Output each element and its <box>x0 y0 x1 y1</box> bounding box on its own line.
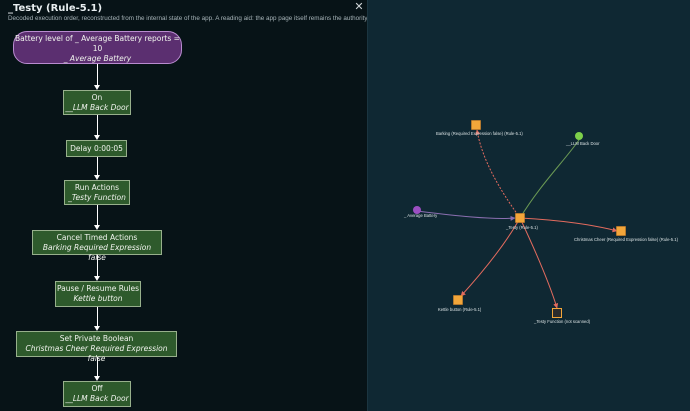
graph-node-christmas[interactable] <box>616 226 626 236</box>
graph-edge-center-llm <box>519 139 580 219</box>
flow-node-off[interactable]: Off __LLM Back Door <box>63 381 131 407</box>
flow-connector <box>97 307 98 326</box>
graph-node-label-llm-back-door: __LLM Back Door <box>566 141 600 146</box>
graph-node-label-average-battery: _ Average Battery <box>404 213 438 218</box>
flow-node-title: Set Private Boolean <box>59 334 134 343</box>
flow-node-set-private-boolean[interactable]: Set Private Boolean Christmas Cheer Requ… <box>16 331 177 363</box>
graph-node-label-testy: _Testy (Rule-5.1) <box>506 225 538 230</box>
arrow-down-icon <box>94 376 100 381</box>
flow-node-subtitle: _Testy Function <box>68 193 126 202</box>
flow-node-run-actions[interactable]: Run Actions _Testy Function <box>64 180 130 205</box>
flow-node-subtitle: Kettle button <box>73 294 123 303</box>
flow-node-trigger[interactable]: Battery level of _ Average Battery repor… <box>13 31 182 64</box>
flow-connector <box>97 157 98 175</box>
flow-connector <box>97 115 98 135</box>
flow-node-delay[interactable]: Delay 0:00:05 <box>66 140 127 157</box>
graph-edge-center-function <box>519 217 559 309</box>
flow-node-subtitle: __LLM Back Door <box>65 394 129 403</box>
flow-node-subtitle: _ Average Battery <box>63 54 132 63</box>
flow-node-title: On <box>91 93 103 102</box>
flow-connector <box>97 64 98 85</box>
graph-node-label-kettle-button: Kettle button (Rule-5.1) <box>438 307 482 312</box>
graph-node-label-christmas-cheer: Christmas Cheer (Required Expression fal… <box>574 237 679 242</box>
graph-node-label-testy-function: _Testy Function (not scanned) <box>534 319 591 324</box>
flow-node-title-line2: 10 <box>92 44 103 53</box>
flow-node-title: Pause / Resume Rules <box>56 284 140 293</box>
flow-node-subtitle: __LLM Back Door <box>65 103 129 112</box>
close-icon[interactable]: ✕ <box>353 1 365 13</box>
flow-node-cancel-timed-actions[interactable]: Cancel Timed Actions Barking Required Ex… <box>32 230 162 262</box>
execution-order-panel: _Testy (Rule-5.1) ✕ Decoded execution or… <box>0 0 368 411</box>
flow-node-on[interactable]: On __LLM Back Door <box>63 90 131 115</box>
flow-node-title: Off <box>91 384 103 393</box>
panel-subtitle: Decoded execution order, reconstructed f… <box>8 15 368 22</box>
arrow-down-icon <box>94 135 100 140</box>
flow-node-title: Run Actions <box>74 183 120 192</box>
arrow-down-icon <box>94 326 100 331</box>
flow-node-pause-resume-rules[interactable]: Pause / Resume Rules Kettle button <box>55 281 141 307</box>
flow-node-title: Battery level of _ Average Battery repor… <box>15 34 180 43</box>
arrow-down-icon <box>94 225 100 230</box>
graph-node-barking[interactable] <box>471 120 481 130</box>
flow-node-title: Cancel Timed Actions <box>56 233 138 242</box>
flow-connector <box>97 357 98 376</box>
arrow-down-icon <box>94 85 100 90</box>
flow-connector <box>97 255 98 276</box>
arrow-down-icon <box>94 276 100 281</box>
graph-node-function[interactable] <box>552 308 562 318</box>
flow-node-title: Delay 0:00:05 <box>70 144 123 153</box>
arrow-down-icon <box>94 175 100 180</box>
graph-node-center[interactable] <box>515 213 525 223</box>
graph-node-kettle[interactable] <box>453 295 463 305</box>
graph-node-llm[interactable] <box>575 132 583 140</box>
graph-node-label-barking: Barking (Required Expression false) (Rul… <box>436 131 523 136</box>
panel-title: _Testy (Rule-5.1) <box>8 3 103 14</box>
flow-connector <box>97 205 98 225</box>
graph-edge-center-barking <box>475 129 521 219</box>
